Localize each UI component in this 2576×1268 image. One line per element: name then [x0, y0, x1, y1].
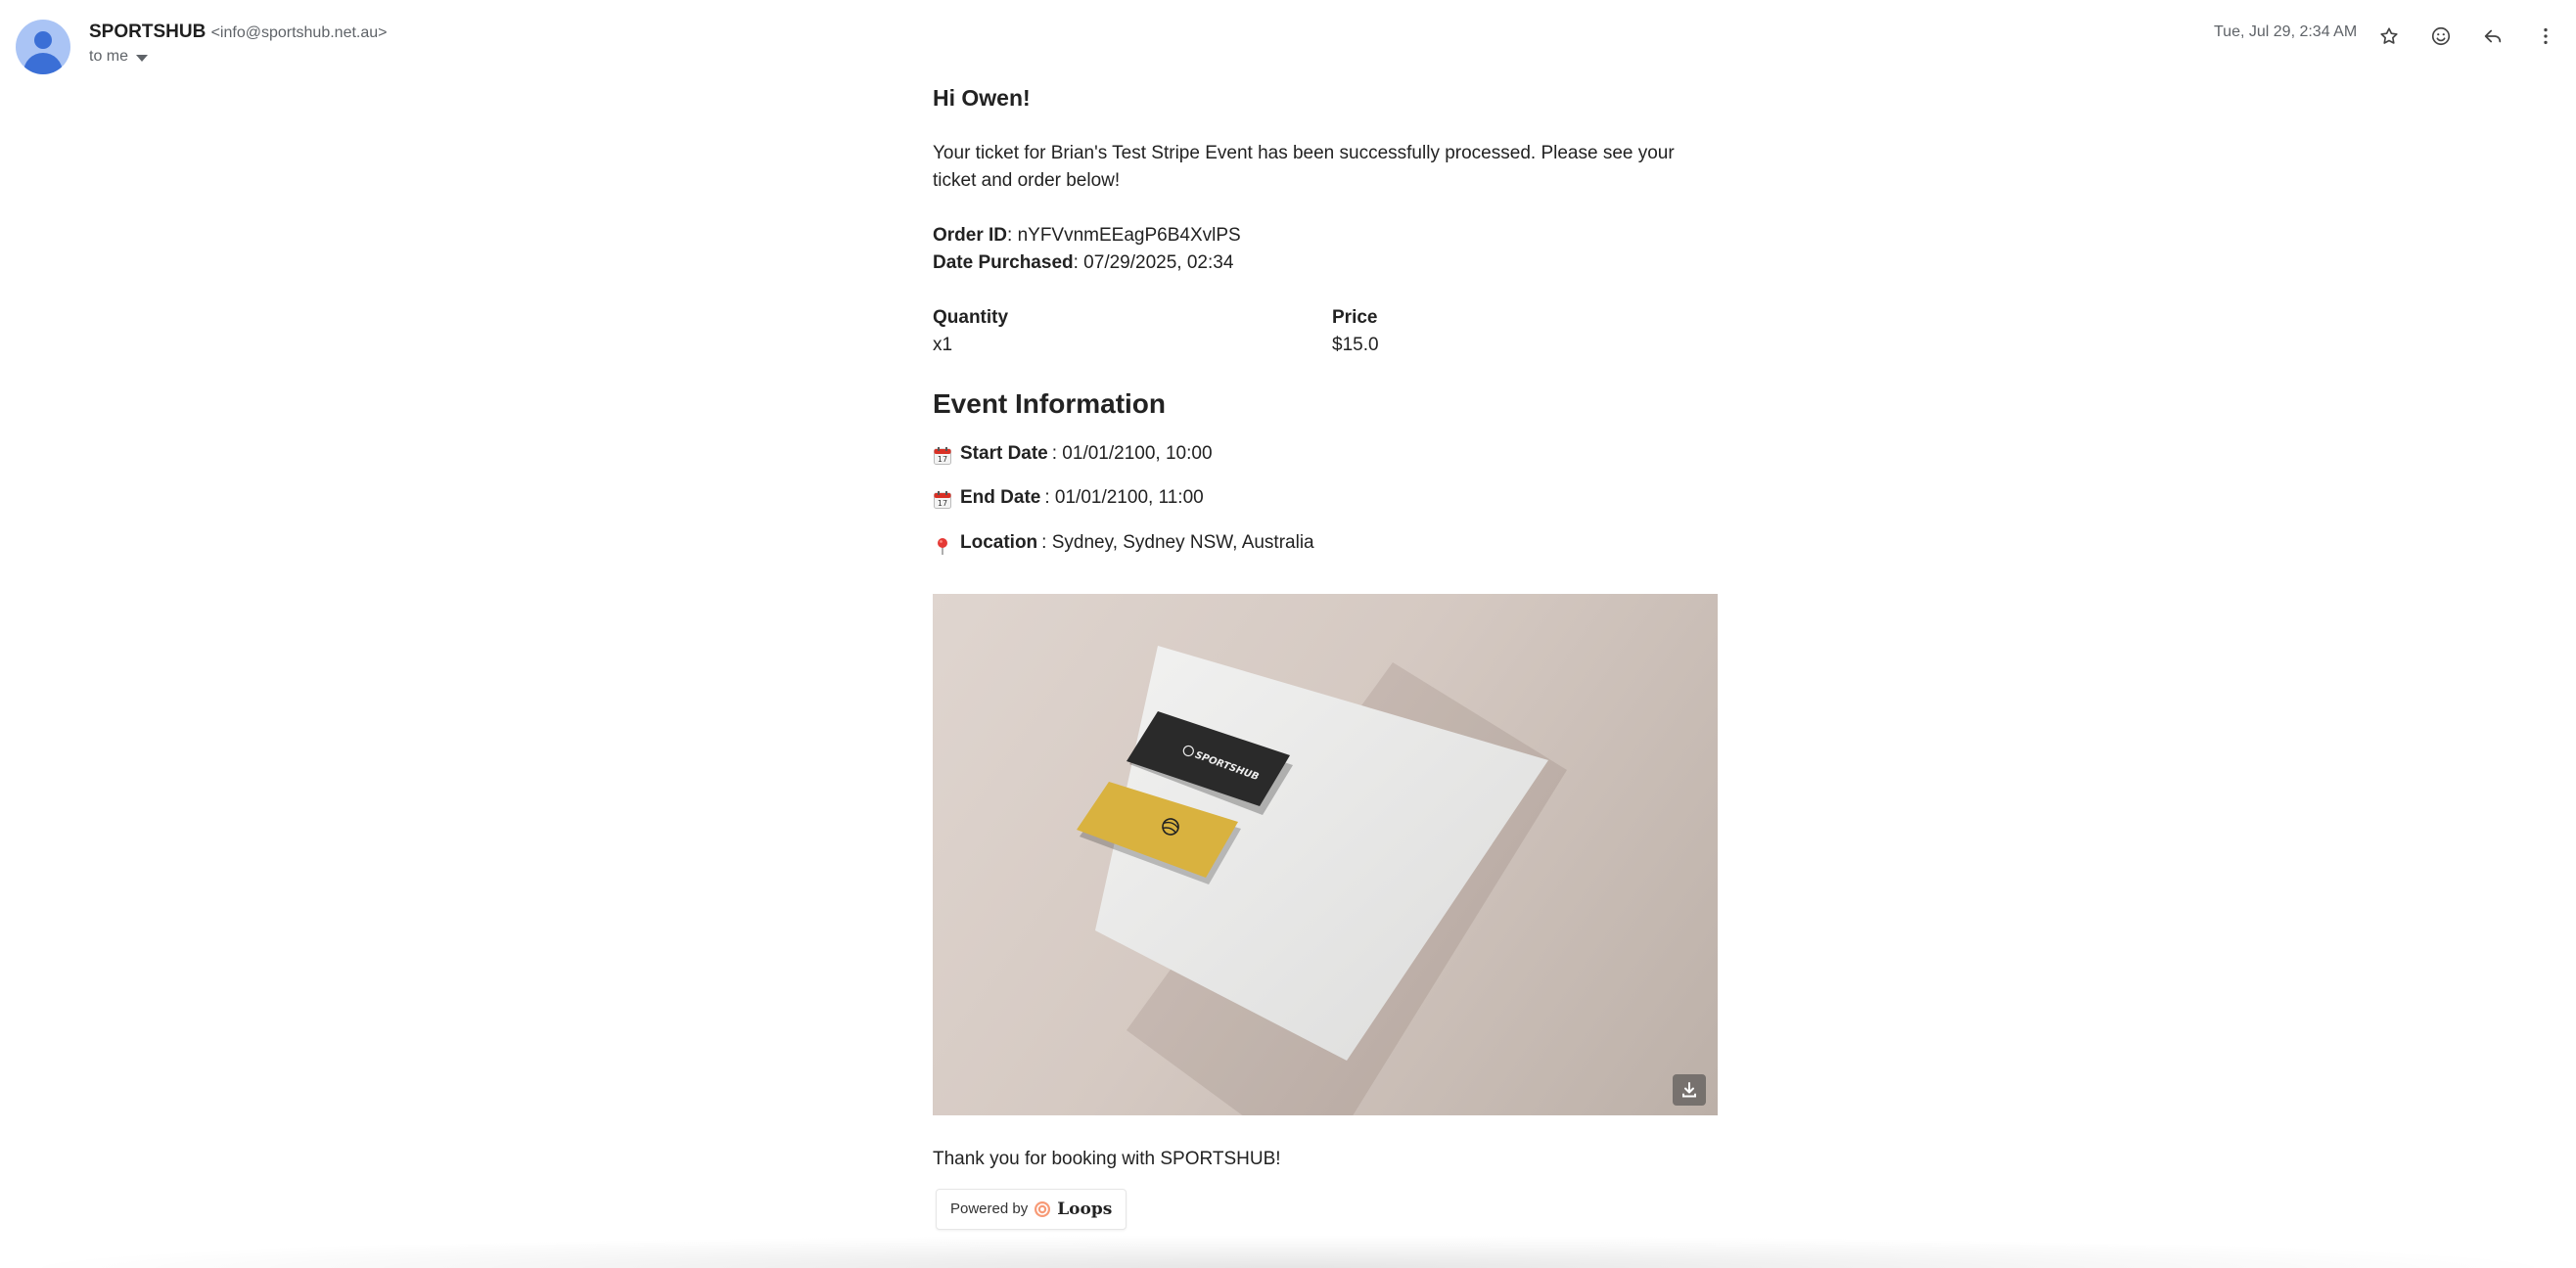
more-options-icon: [2544, 27, 2548, 45]
quantity-value: x1: [933, 335, 953, 355]
event-info-heading: Event Information: [933, 388, 1167, 419]
powered-by-loops-link[interactable]: Powered by Loops: [936, 1189, 1127, 1230]
start-date-label: Start Date: [960, 443, 1048, 464]
email-body: Hi Owen! Your ticket for Brian's Test St…: [933, 82, 1718, 1230]
avatar-head: [34, 31, 52, 49]
quantity-column: Quantity x1: [933, 304, 1008, 359]
email-date: Tue, Jul 29, 2:34 AM: [2214, 23, 2358, 40]
reply-icon: [2484, 29, 2502, 43]
emoji-reaction-button[interactable]: [2421, 17, 2461, 56]
recipient-label: to me: [89, 48, 129, 65]
download-icon: [1682, 1082, 1696, 1098]
sender-name[interactable]: SPORTSHUB: [89, 22, 206, 42]
end-date-value: : 01/01/2100, 11:00: [1044, 487, 1204, 508]
price-header: Price: [1332, 307, 1378, 328]
order-id-row: Order ID: nYFVvnmEEagP6B4XvlPS: [933, 222, 1241, 249]
location-row: Location: Sydney, Sydney NSW, Australia: [933, 529, 1314, 557]
recipient-dropdown[interactable]: to me: [89, 48, 149, 66]
chevron-down-icon: [136, 55, 149, 62]
stationery-mockup: SPORTSHUB: [1077, 646, 1567, 1115]
emoji-reaction-icon: [2431, 26, 2451, 46]
svg-text:17: 17: [938, 499, 947, 508]
avatar-body: [23, 53, 63, 74]
date-purchased-row: Date Purchased: 07/29/2025, 02:34: [933, 249, 1241, 277]
intro-text: Your ticket for Brian's Test Stripe Even…: [933, 143, 1675, 191]
date-purchased-value: : 07/29/2025, 02:34: [1073, 252, 1234, 273]
end-date-row: 17 End Date: 01/01/2100, 11:00: [933, 484, 1204, 512]
calendar-icon: 17: [934, 447, 951, 465]
star-button[interactable]: [2369, 17, 2409, 56]
svg-text:17: 17: [938, 455, 947, 464]
start-date-row: 17 Start Date: 01/01/2100, 10:00: [933, 440, 1213, 468]
sender-line: SPORTSHUB <info@sportshub.net.au>: [89, 22, 388, 43]
order-details: Order ID: nYFVvnmEEagP6B4XvlPS Date Purc…: [933, 222, 1241, 277]
order-id-value: : nYFVvnmEEagP6B4XvlPS: [1007, 225, 1241, 246]
quantity-header: Quantity: [933, 307, 1009, 328]
order-id-label: Order ID: [933, 225, 1008, 246]
star-icon: [2380, 27, 2398, 44]
sender-email: <info@sportshub.net.au>: [210, 24, 388, 41]
start-date-value: : 01/01/2100, 10:00: [1051, 443, 1213, 464]
bottom-shadow: [0, 1235, 2576, 1268]
loops-brand: Loops: [1057, 1200, 1113, 1219]
location-label: Location: [960, 532, 1038, 553]
reply-button[interactable]: [2473, 17, 2512, 56]
powered-by-label: Powered by: [950, 1200, 1029, 1217]
loops-logo-icon: [1035, 1201, 1051, 1217]
calendar-icon: 17: [934, 491, 951, 509]
end-date-label: End Date: [960, 487, 1041, 508]
thank-you-text: Thank you for booking with SPORTSHUB!: [933, 1149, 1281, 1169]
date-purchased-label: Date Purchased: [933, 252, 1074, 273]
location-value: : Sydney, Sydney NSW, Australia: [1041, 532, 1314, 553]
location-pin-icon: [938, 538, 947, 555]
sender-avatar[interactable]: [16, 20, 70, 74]
event-image[interactable]: SPORTSHUB: [933, 594, 1718, 1115]
more-options-button[interactable]: [2526, 17, 2565, 56]
greeting: Hi Owen!: [933, 85, 1031, 111]
download-button[interactable]: [1673, 1074, 1706, 1106]
price-value: $15.0: [1332, 335, 1379, 355]
price-column: Price $15.0: [1332, 304, 1379, 359]
